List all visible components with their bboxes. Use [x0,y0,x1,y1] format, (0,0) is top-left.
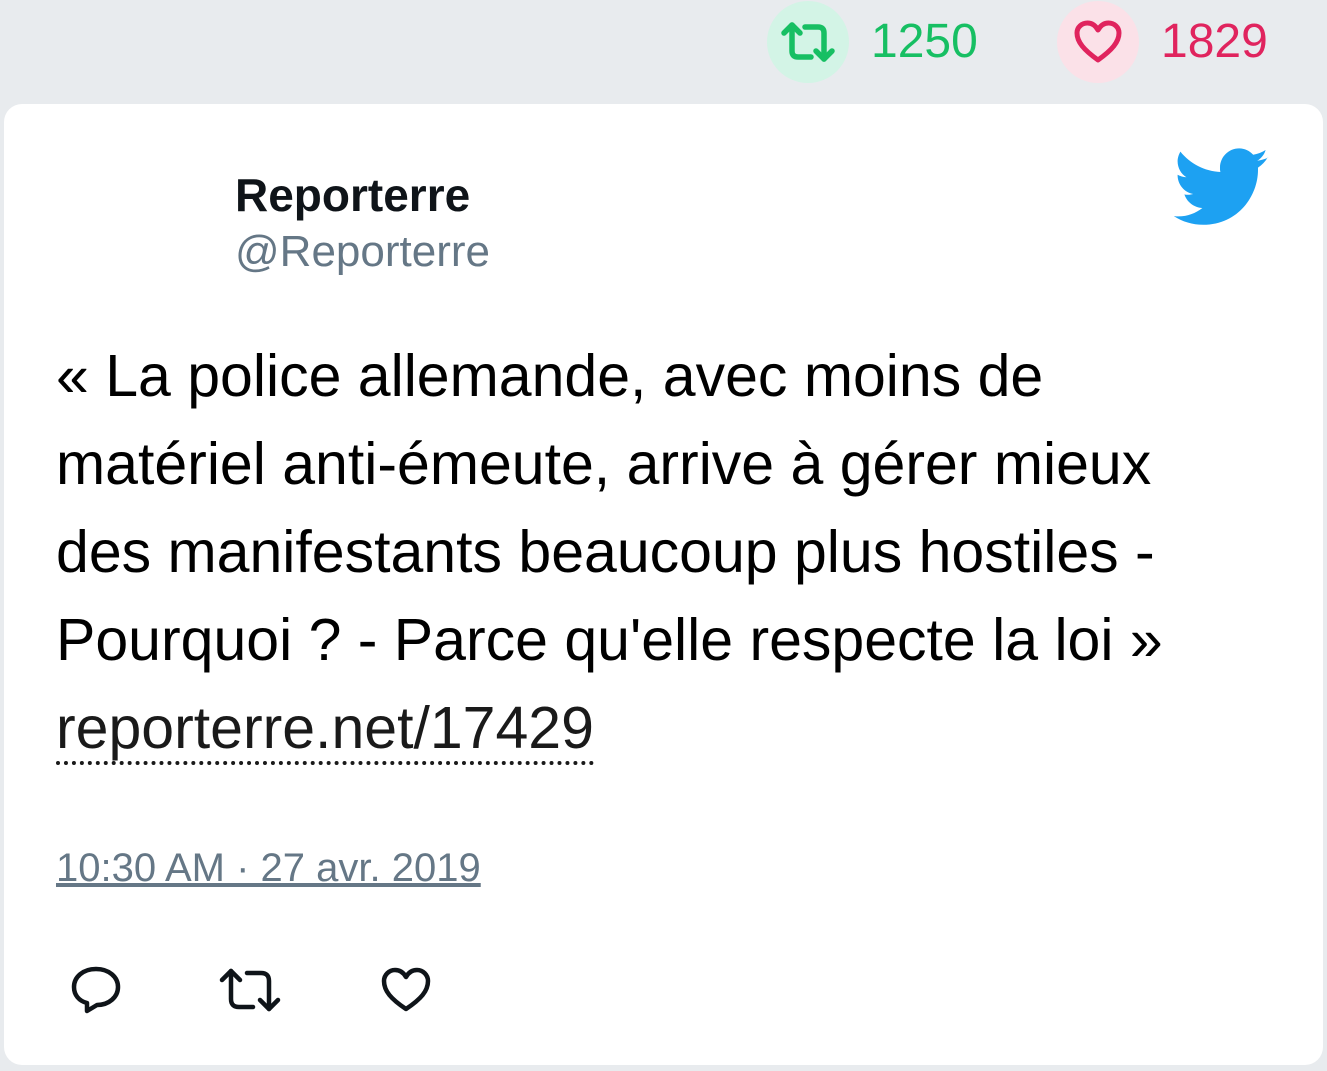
tweet-timestamp[interactable]: 10:30 AM · 27 avr. 2019 [56,846,481,891]
tweet-card: Reporterre @Reporterre « La police allem… [4,104,1323,1065]
tweet-link[interactable]: reporterre.net/17429 [56,695,594,765]
heart-stat-icon[interactable] [1057,1,1139,83]
retweet-stat[interactable]: 1250 [767,1,978,83]
engagement-stats: 1250 1829 [0,0,1327,100]
twitter-bird-icon[interactable] [1173,148,1270,228]
user-handle[interactable]: @Reporterre [235,226,490,279]
tweet-text: « La police allemande, avec moins de mat… [56,332,1256,772]
retweet-button[interactable] [210,950,290,1030]
like-count: 1829 [1161,15,1268,68]
display-name[interactable]: Reporterre [235,168,470,223]
retweet-icon [219,968,281,1012]
tweet-body: « La police allemande, avec moins de mat… [56,343,1163,673]
reply-icon [71,966,121,1014]
retweet-stat-icon[interactable] [767,1,849,83]
like-stat[interactable]: 1829 [1057,1,1268,83]
retweet-count: 1250 [871,15,978,68]
tweet-actions [56,950,656,1030]
like-button[interactable] [366,950,446,1030]
reply-button[interactable] [56,950,136,1030]
heart-icon [381,967,431,1012]
